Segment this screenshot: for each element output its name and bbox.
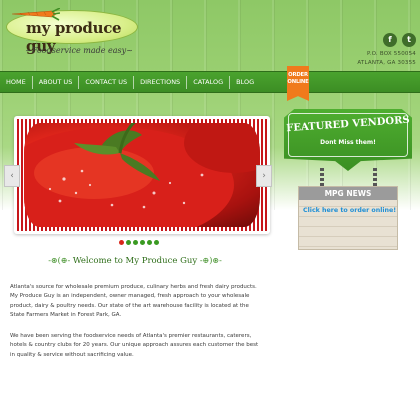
slider-next-button[interactable]: › (256, 165, 272, 187)
address-line-1: P.O. BOX 550054 (367, 51, 416, 57)
slider-dot[interactable] (154, 240, 159, 245)
slider-dot[interactable] (147, 240, 152, 245)
news-board: MPG NEWS Click here to order online! (298, 186, 398, 250)
logo-tagline: ~Foodservice made easy~ (25, 46, 133, 55)
slider-dot[interactable] (119, 240, 124, 245)
featured-vendors-subtitle: Dont Miss them! (320, 139, 376, 146)
chain-left (320, 168, 324, 188)
welcome-heading: -⊛(⊕- Welcome to My Produce Guy -⊕)⊛- (0, 256, 270, 266)
site-logo[interactable]: my produce guy ~Foodservice made easy~ (6, 4, 138, 62)
nav-catalog[interactable]: CATALOG (187, 71, 229, 93)
nav-about-us[interactable]: ABOUT US (33, 71, 79, 93)
news-title: MPG NEWS (299, 187, 397, 200)
tomato-photo (24, 123, 260, 227)
slider-frame (17, 119, 267, 231)
image-slider (14, 116, 270, 234)
main-nav: HOME ABOUT US CONTACT US DIRECTIONS CATA… (0, 71, 420, 93)
slider-dot[interactable] (140, 240, 145, 245)
order-online-tab[interactable]: ORDER ONLINE (287, 66, 309, 101)
slider-dot[interactable] (126, 240, 131, 245)
flourish-right-icon: -⊕)⊛- (199, 256, 222, 265)
nav-blog[interactable]: BLOG (230, 71, 260, 93)
welcome-title: Welcome to My Produce Guy (72, 256, 198, 266)
slider-prev-button[interactable]: ‹ (4, 165, 20, 187)
nav-home[interactable]: HOME (0, 71, 32, 93)
address-line-2: ATLANTA, GA 30355 (357, 60, 416, 66)
chain-right (373, 168, 377, 188)
intro-paragraph: Atlanta's source for wholesale premium p… (10, 284, 257, 318)
tomato-illustration (24, 123, 260, 227)
flourish-left-icon: -⊛(⊕- (48, 256, 71, 265)
twitter-icon[interactable]: t (402, 33, 416, 47)
facebook-icon[interactable]: f (383, 33, 397, 47)
nav-contact-us[interactable]: CONTACT US (79, 71, 133, 93)
slider-pagination (119, 240, 159, 245)
slider-dot[interactable] (133, 240, 138, 245)
service-paragraph: We have been serving the foodservice nee… (10, 333, 259, 358)
mailing-address: P.O. BOX 550054 ATLANTA, GA 30355 (357, 50, 416, 68)
order-online-link[interactable]: Click here to order online! (303, 207, 396, 214)
nav-directions[interactable]: DIRECTIONS (134, 71, 186, 93)
